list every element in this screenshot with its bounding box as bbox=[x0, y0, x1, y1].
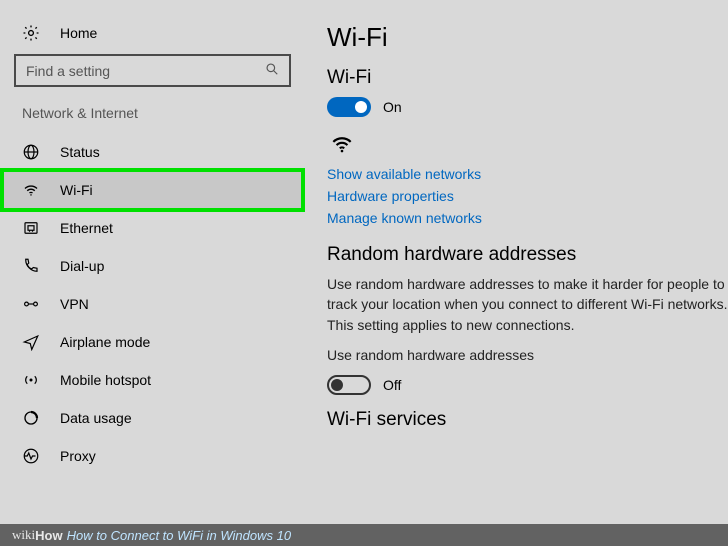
home-label: Home bbox=[60, 25, 97, 41]
vpn-icon bbox=[22, 295, 42, 313]
sidebar-item-label: Proxy bbox=[60, 448, 96, 464]
sidebar-item-ethernet[interactable]: Ethernet bbox=[0, 209, 305, 247]
airplane-icon bbox=[22, 333, 42, 351]
wifi-icon bbox=[22, 181, 42, 199]
sidebar-item-label: Airplane mode bbox=[60, 334, 150, 350]
sidebar-item-hotspot[interactable]: Mobile hotspot bbox=[0, 361, 305, 399]
sidebar-item-airplane[interactable]: Airplane mode bbox=[0, 323, 305, 361]
sidebar-item-data[interactable]: Data usage bbox=[0, 399, 305, 437]
hotspot-icon bbox=[22, 371, 42, 389]
sidebar-item-label: Dial-up bbox=[60, 258, 104, 274]
sidebar-nav: Status Wi-Fi Ethernet Dial-up bbox=[0, 133, 305, 475]
wifi-toggle-state: On bbox=[383, 99, 402, 115]
random-hw-toggle-switch[interactable] bbox=[327, 375, 371, 395]
link-hardware-properties[interactable]: Hardware properties bbox=[327, 188, 728, 204]
random-hw-toggle-row: Off bbox=[327, 375, 728, 395]
home-nav[interactable]: Home bbox=[0, 18, 305, 54]
random-hw-toggle-state: Off bbox=[383, 377, 401, 393]
sidebar-item-label: Status bbox=[60, 144, 100, 160]
proxy-icon bbox=[22, 447, 42, 465]
caption-title: How to Connect to WiFi in Windows 10 bbox=[67, 528, 291, 543]
sidebar-item-wifi[interactable]: Wi-Fi bbox=[0, 171, 305, 209]
wifi-toggle-heading: Wi-Fi bbox=[327, 67, 728, 89]
link-show-networks[interactable]: Show available networks bbox=[327, 166, 728, 182]
sidebar-item-proxy[interactable]: Proxy bbox=[0, 437, 305, 475]
phone-icon bbox=[22, 257, 42, 275]
sidebar-item-status[interactable]: Status bbox=[0, 133, 305, 171]
link-manage-known-networks[interactable]: Manage known networks bbox=[327, 210, 728, 226]
data-usage-icon bbox=[22, 409, 42, 427]
search-icon bbox=[265, 62, 279, 79]
search-box-wrap: Find a setting bbox=[0, 54, 305, 105]
wifi-toggle-row: On bbox=[327, 97, 728, 117]
main-pane: Wi-Fi Wi-Fi On Show available networks H… bbox=[305, 0, 728, 546]
sidebar-item-label: Wi-Fi bbox=[60, 182, 93, 198]
sidebar-item-label: VPN bbox=[60, 296, 89, 312]
sidebar-item-vpn[interactable]: VPN bbox=[0, 285, 305, 323]
tutorial-highlight bbox=[0, 168, 305, 212]
wifi-large-icon bbox=[327, 131, 728, 160]
page-title: Wi-Fi bbox=[327, 22, 728, 53]
sidebar-item-label: Data usage bbox=[60, 410, 132, 426]
sidebar-item-label: Mobile hotspot bbox=[60, 372, 151, 388]
ethernet-icon bbox=[22, 219, 42, 237]
search-placeholder: Find a setting bbox=[26, 63, 110, 79]
gear-icon bbox=[22, 24, 42, 42]
settings-window: Home Find a setting Network & Internet S… bbox=[0, 0, 728, 546]
random-hw-description: Use random hardware addresses to make it… bbox=[327, 274, 728, 335]
sidebar-item-dialup[interactable]: Dial-up bbox=[0, 247, 305, 285]
wifi-services-heading: Wi-Fi services bbox=[327, 409, 728, 431]
sidebar: Home Find a setting Network & Internet S… bbox=[0, 0, 305, 546]
caption-how: How bbox=[35, 528, 62, 543]
sidebar-item-label: Ethernet bbox=[60, 220, 113, 236]
random-hw-toggle-label: Use random hardware addresses bbox=[327, 345, 728, 365]
random-hw-heading: Random hardware addresses bbox=[327, 244, 728, 266]
wikihow-caption: wikiHow How to Connect to WiFi in Window… bbox=[0, 524, 728, 546]
globe-icon bbox=[22, 143, 42, 161]
wifi-toggle-switch[interactable] bbox=[327, 97, 371, 117]
caption-wiki: wiki bbox=[12, 527, 35, 543]
search-input[interactable]: Find a setting bbox=[14, 54, 291, 87]
sidebar-section-label: Network & Internet bbox=[0, 105, 305, 133]
